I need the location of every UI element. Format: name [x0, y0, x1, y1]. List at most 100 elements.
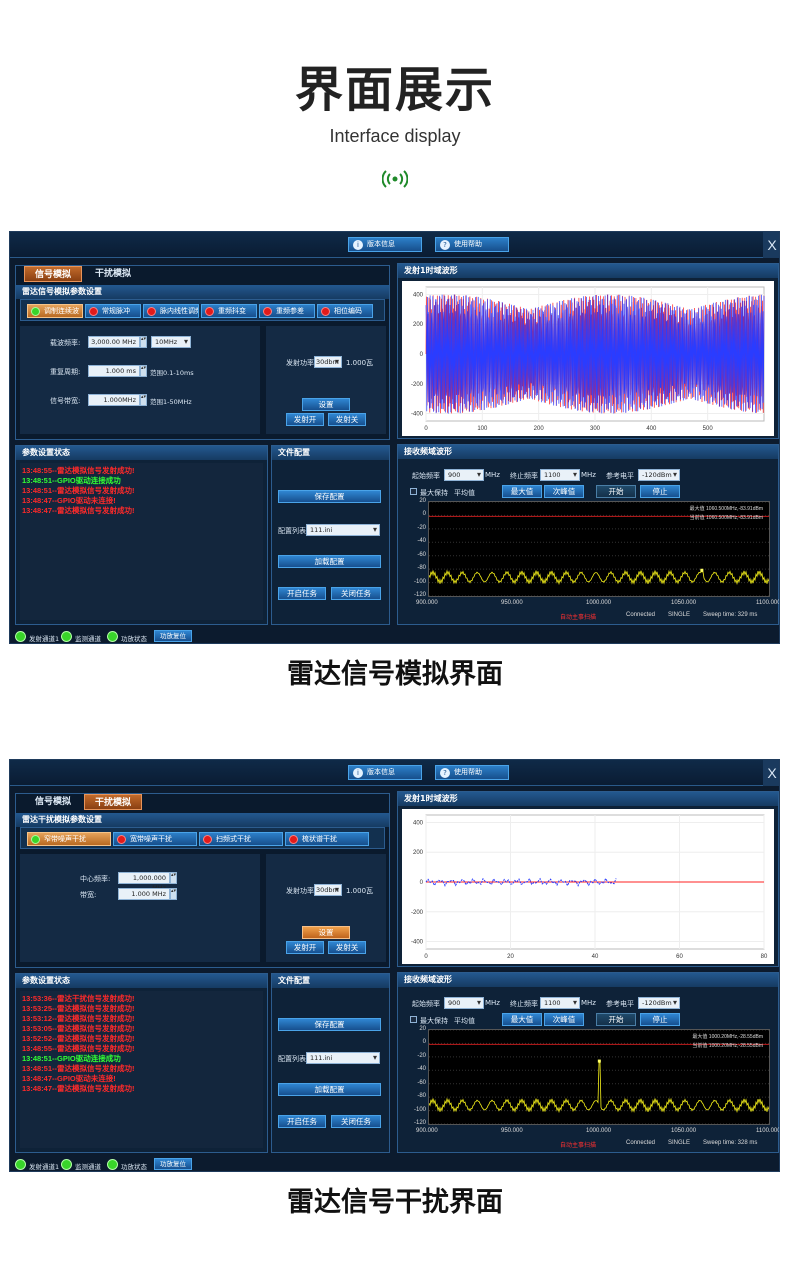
power-select[interactable]: 30dbm	[314, 884, 342, 896]
x-tick-label: 500	[703, 426, 714, 432]
x-tick-label: 60	[676, 954, 683, 960]
amp-reset-button[interactable]: 功放复位	[154, 1158, 192, 1170]
param-spinner[interactable]: ▴▾	[170, 872, 177, 884]
next-peak-button[interactable]: 次峰值	[544, 1013, 584, 1026]
param-spinner[interactable]: ▴▾	[140, 336, 147, 348]
peak-marker	[700, 568, 704, 572]
param-input[interactable]: 3,000.00 MHz	[88, 336, 140, 348]
tab-signal-sim[interactable]: 信号模拟	[24, 266, 82, 282]
power-select[interactable]: 30dbm	[314, 356, 342, 368]
amp-reset-button[interactable]: 功放复位	[154, 630, 192, 642]
param-spinner[interactable]: ▴▾	[170, 888, 177, 900]
stop-task-button[interactable]: 关闭任务	[331, 587, 381, 600]
status-log-title: 参数设置状态	[16, 446, 267, 460]
param-unit-select[interactable]: 10MHz	[151, 336, 191, 348]
status-led-icon	[15, 1159, 26, 1170]
stop-sweep-button[interactable]: 停止	[640, 485, 680, 498]
mode-button[interactable]: 重频参差	[259, 304, 315, 318]
load-config-button[interactable]: 加载配置	[278, 1083, 381, 1096]
spectrum-y-tick-label: -40	[417, 1066, 426, 1073]
max-hold-checkbox[interactable]	[410, 1016, 417, 1023]
mode-button[interactable]: 调制连续波	[27, 304, 83, 318]
load-config-button[interactable]: 加载配置	[278, 555, 381, 568]
tab-jamming-sim[interactable]: 干扰模拟	[84, 794, 142, 810]
param-input[interactable]: 1.000 MHz	[118, 888, 170, 900]
mode-button[interactable]: 脉内线性调频	[143, 304, 199, 318]
param-input[interactable]: 1.000MHz	[88, 394, 140, 406]
transmit-on-button[interactable]: 发射开	[286, 413, 324, 426]
status-bar: 发射通道1 监测通道 功放状态 功放复位	[10, 1158, 400, 1171]
param-spinner[interactable]: ▴▾	[140, 365, 147, 377]
version-info-button[interactable]: i 版本信息	[348, 237, 422, 252]
help-button[interactable]: ? 使用帮助	[435, 765, 509, 780]
next-peak-button[interactable]: 次峰值	[544, 485, 584, 498]
start-task-button[interactable]: 开启任务	[278, 587, 326, 600]
close-button[interactable]: X	[763, 232, 779, 258]
mode-indicator-icon	[117, 835, 126, 844]
max-value-button[interactable]: 最大值	[502, 1013, 542, 1026]
spectrum-y-tick-label: -20	[417, 1052, 426, 1059]
param-range: 范围1-50MHz	[150, 398, 192, 406]
param-label: 信号带宽:	[50, 397, 81, 405]
param-label: 载波频率:	[50, 339, 81, 347]
transmit-off-button[interactable]: 发射关	[328, 941, 366, 954]
start-freq-label: 起始频率	[412, 1000, 440, 1008]
set-button[interactable]: 设置	[302, 398, 350, 411]
mode-button[interactable]: 常规脉冲	[85, 304, 141, 318]
stop-freq-select[interactable]: 1100	[540, 997, 580, 1009]
mode-button[interactable]: 相位编码	[317, 304, 373, 318]
peak-marker	[597, 1059, 601, 1063]
start-sweep-button[interactable]: 开始	[596, 1013, 636, 1026]
waveform-svg: 400 200 0 -200 -400 0 100 200 300 400 500	[411, 286, 765, 432]
transmit-off-button[interactable]: 发射关	[328, 413, 366, 426]
set-button[interactable]: 设置	[302, 926, 350, 939]
start-task-button[interactable]: 开启任务	[278, 1115, 326, 1128]
save-config-button[interactable]: 保存配置	[278, 1018, 381, 1031]
ref-level-select[interactable]: -120dBm	[638, 997, 680, 1009]
stop-task-button[interactable]: 关闭任务	[331, 1115, 381, 1128]
ref-level-select[interactable]: -120dBm	[638, 469, 680, 481]
y-tick-label: -200	[411, 910, 424, 916]
tab-signal-sim[interactable]: 信号模拟	[24, 794, 82, 810]
transmit-on-button[interactable]: 发射开	[286, 941, 324, 954]
help-label: 使用帮助	[454, 768, 482, 776]
tab-jamming-sim[interactable]: 干扰模拟	[84, 266, 142, 282]
log-list: 13:53:36--雷达干扰信号发射成功! 13:53:25--雷达模拟信号发射成…	[20, 991, 263, 1148]
ref-level-label: 参考电平	[606, 472, 634, 480]
screen-caption: 雷达信号模拟界面	[287, 659, 503, 690]
param-input[interactable]: 1,000.000 MHz	[118, 872, 170, 892]
start-freq-select[interactable]: 900	[444, 997, 484, 1009]
mode-button[interactable]: 梳状谱干扰	[285, 832, 369, 846]
stop-sweep-button[interactable]: 停止	[640, 1013, 680, 1026]
log-entry: 13:48:51--雷达模拟信号发射成功!	[22, 1064, 135, 1073]
close-button[interactable]: X	[763, 760, 779, 786]
config-list-select[interactable]: 111.ini	[306, 1052, 380, 1064]
mode-button[interactable]: 窄带噪声干扰	[27, 832, 111, 846]
mode-button[interactable]: 扫频式干扰	[199, 832, 283, 846]
log-entry: 13:48:47--雷达模拟信号发射成功!	[22, 506, 135, 515]
status-label: 监测通道	[75, 1163, 101, 1171]
spectrum-y-tick-label: -80	[417, 565, 426, 572]
start-sweep-button[interactable]: 开始	[596, 485, 636, 498]
param-range: 范围0.1-10ms	[150, 369, 194, 377]
mode-bar: 调制连续波 常规脉冲 脉内线性调频 重频抖变 重频参差 相位编码	[20, 299, 385, 321]
spectrum-y-tick-label: -60	[417, 1079, 426, 1086]
help-button[interactable]: ? 使用帮助	[435, 237, 509, 252]
param-input[interactable]: 1.000 ms	[88, 365, 140, 377]
params-area: 中心频率: 1,000.000 MHz▴▾ 带宽: 1.000 MHz▴▾	[20, 854, 260, 962]
param-spinner[interactable]: ▴▾	[140, 394, 147, 406]
max-value-button[interactable]: 最大值	[502, 485, 542, 498]
config-list-select[interactable]: 111.ini	[306, 524, 380, 536]
version-info-button[interactable]: i 版本信息	[348, 765, 422, 780]
stop-freq-select[interactable]: 1100	[540, 469, 580, 481]
mode-button[interactable]: 重频抖变	[201, 304, 257, 318]
power-watts: 1.000瓦	[346, 359, 374, 367]
start-freq-select[interactable]: 900	[444, 469, 484, 481]
save-config-button[interactable]: 保存配置	[278, 490, 381, 503]
mode-button[interactable]: 宽带噪声干扰	[113, 832, 197, 846]
mode-bar: 窄带噪声干扰 宽带噪声干扰 扫频式干扰 梳状谱干扰	[20, 827, 385, 849]
mode-indicator-icon	[147, 307, 156, 316]
max-hold-checkbox[interactable]	[410, 488, 417, 495]
status-label: 监测通道	[75, 635, 101, 643]
mode-label: 梳状谱干扰	[302, 835, 337, 843]
